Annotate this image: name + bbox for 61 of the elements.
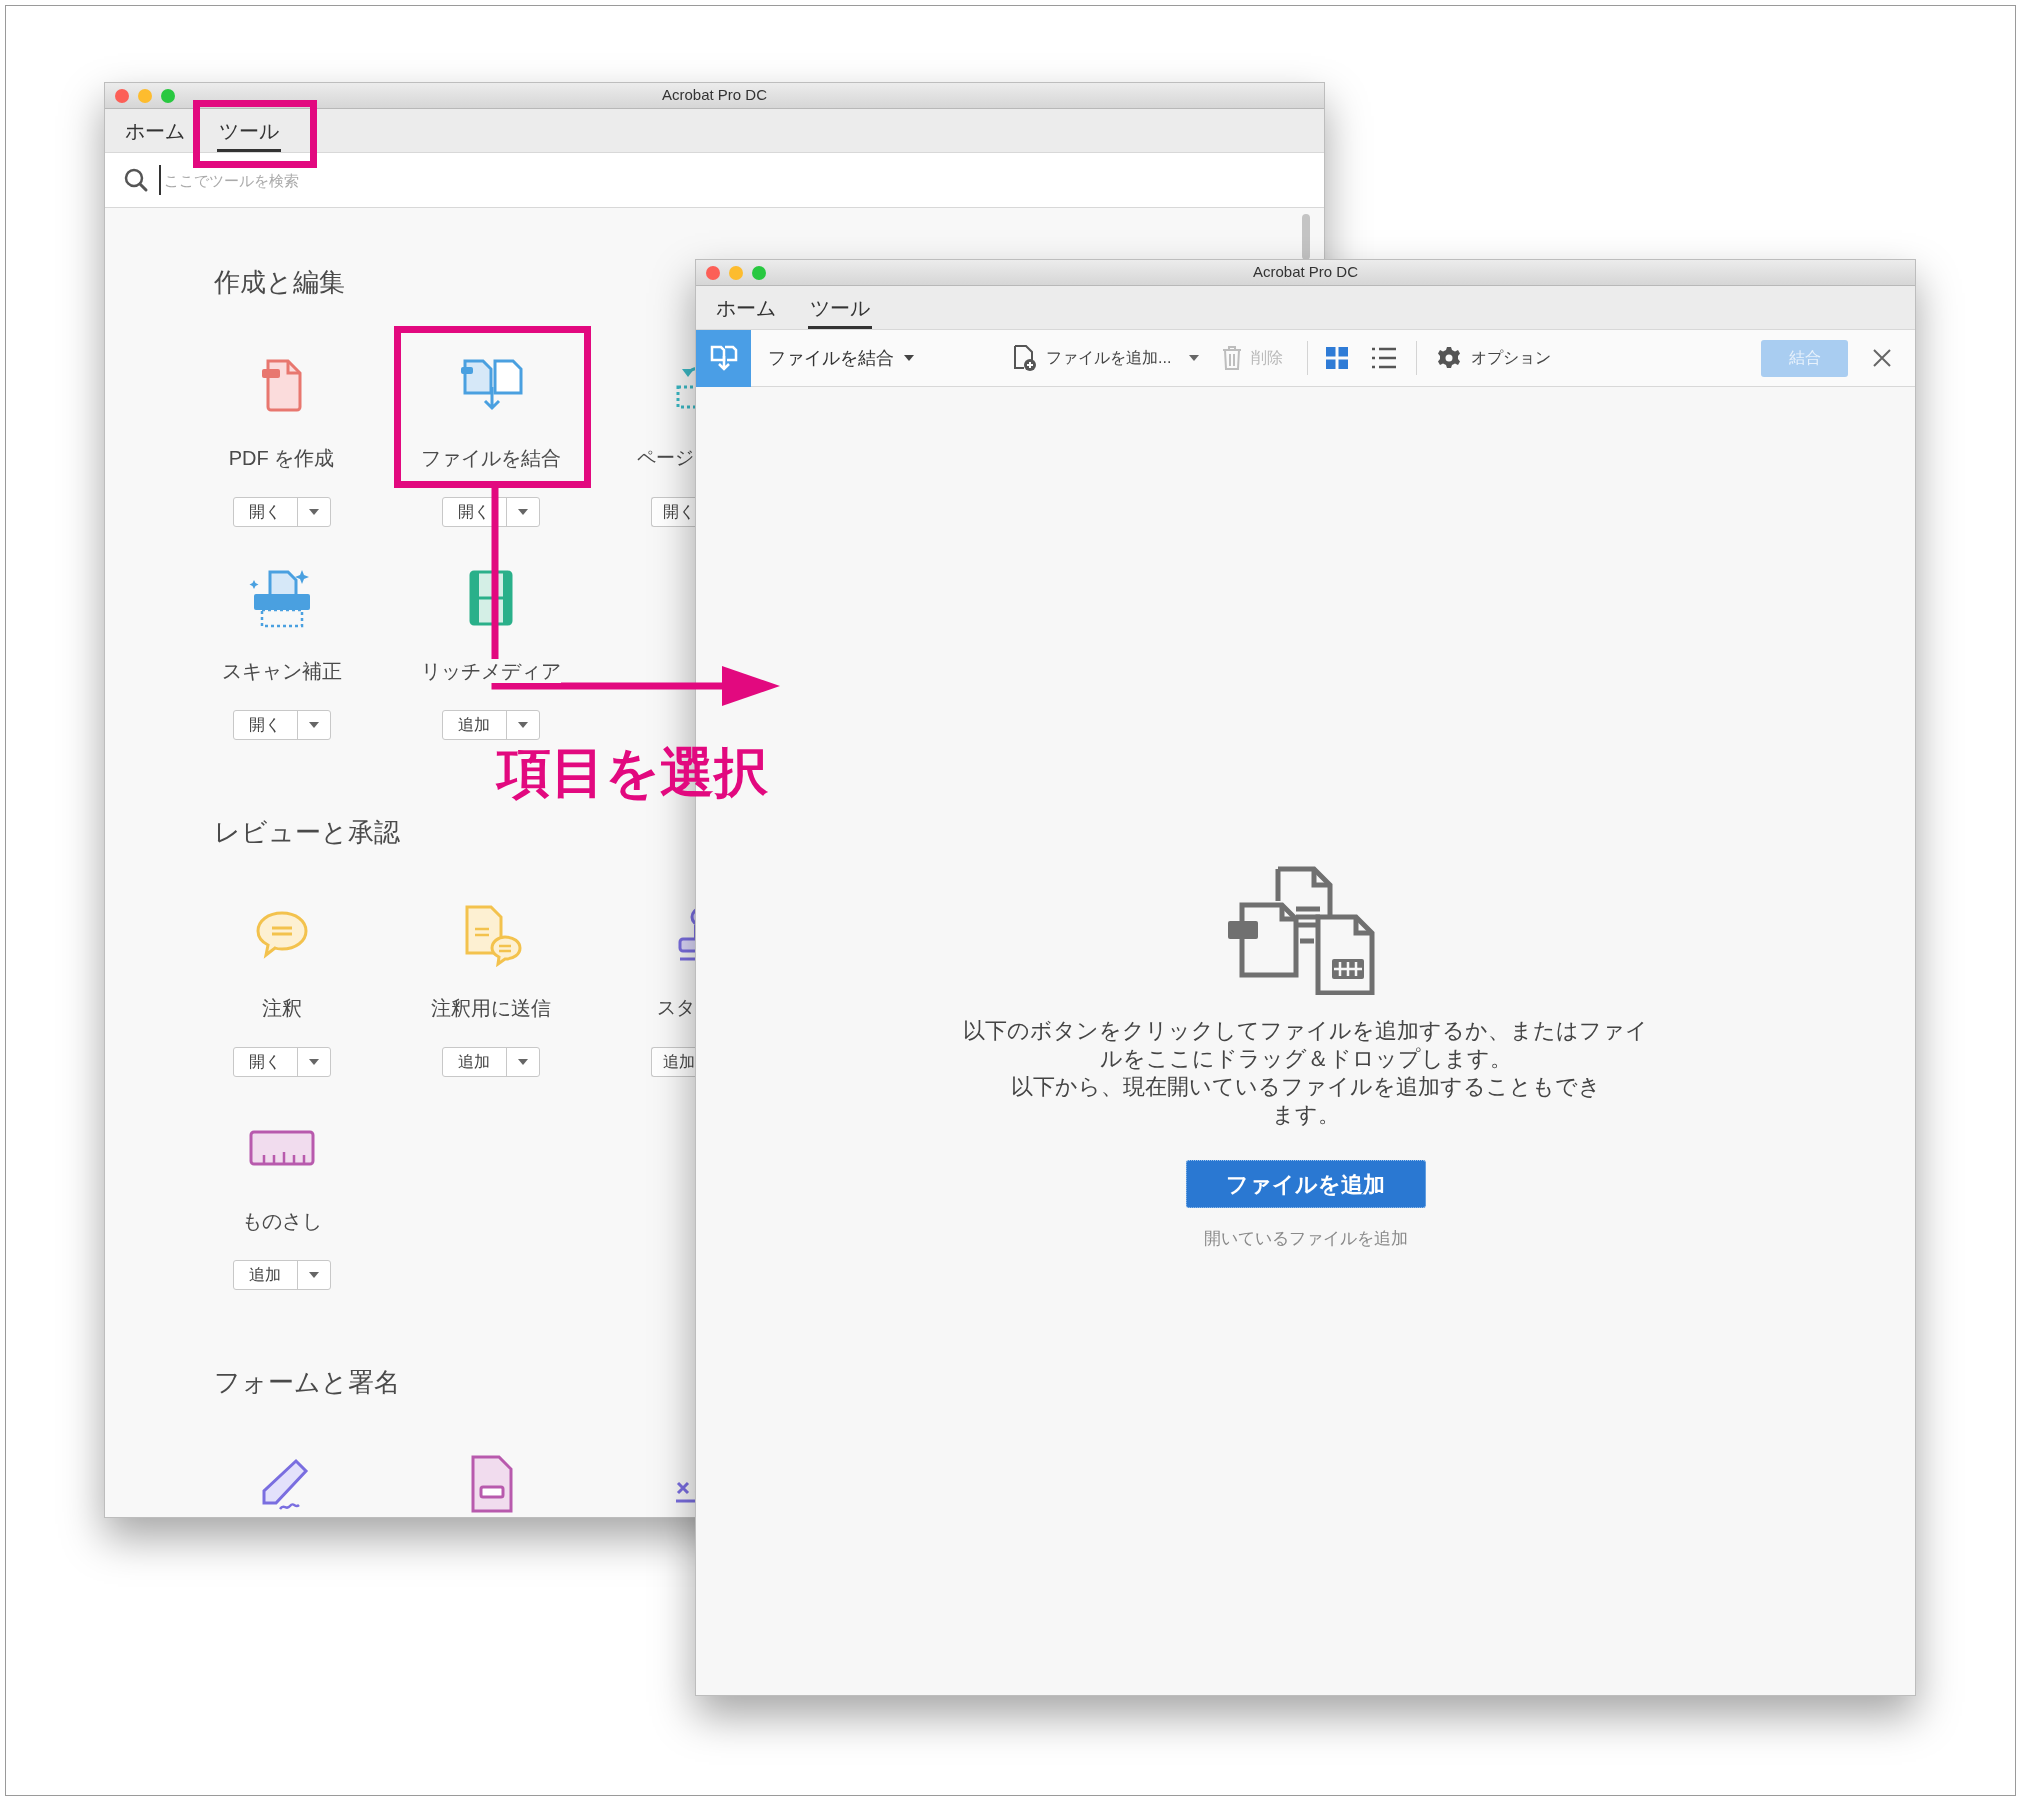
instruction-text: 以下のボタンをクリックしてファイルを追加するか、またはファイルをここにドラッグ＆ドロップします。 (962, 1017, 1649, 1073)
tool-label[interactable]: ファイルを結合 (420, 446, 561, 470)
button-label[interactable]: 開く (233, 498, 298, 526)
zoom-light[interactable] (161, 89, 175, 103)
button-label[interactable]: 開く (233, 711, 298, 739)
settings-icon (1437, 346, 1462, 370)
split-button[interactable]: 開く (232, 497, 331, 527)
tool-menu[interactable]: ファイルを結合 (768, 344, 914, 372)
tool-label[interactable]: スキャン補正 (221, 659, 342, 683)
zoom-light[interactable] (752, 266, 766, 280)
tool-label[interactable]: スタ (657, 996, 695, 1020)
section-heading: フォームと署名 (214, 1366, 400, 1398)
caret-icon (308, 1059, 319, 1065)
scrollbar-thumb[interactable] (1302, 214, 1310, 260)
add-files-button[interactable]: ファイルを追加 (1185, 1160, 1426, 1208)
split-button[interactable]: 追加 (651, 1047, 696, 1077)
split-button[interactable]: 追加 (441, 1047, 540, 1077)
button-label[interactable]: 開く (442, 498, 507, 526)
instruction-text: 以下から、現在開いているファイルを追加することもできます。 (1009, 1073, 1602, 1129)
window-title: Acrobat Pro DC (661, 85, 767, 106)
close-light[interactable] (706, 266, 720, 280)
button-label[interactable]: 追加 (233, 1261, 298, 1289)
add-files-button[interactable]: ファイルを追加... (1012, 344, 1172, 372)
caret-icon (904, 355, 914, 361)
tool-label[interactable]: PDF を作成 (228, 446, 335, 470)
search-field[interactable]: ここでツールを検索 (159, 165, 559, 195)
grid-view-icon[interactable] (1326, 347, 1349, 369)
caret-icon (308, 1272, 319, 1278)
caret-icon (517, 509, 528, 515)
annotation-label: 項目を選択 (497, 742, 768, 802)
section-heading: レビューと承認 (214, 816, 400, 848)
close-light[interactable] (115, 89, 129, 103)
button-label[interactable]: 開く (233, 1048, 298, 1076)
tool-label[interactable]: 注釈 (261, 996, 302, 1020)
merge-tool-icon[interactable] (696, 329, 751, 387)
list-view-icon[interactable] (1372, 347, 1397, 369)
caret-icon (517, 1059, 528, 1065)
caret-icon (308, 509, 319, 515)
search-icon (123, 167, 149, 193)
window-title: Acrobat Pro DC (1252, 262, 1358, 283)
options-button[interactable]: オプション (1437, 346, 1552, 370)
button-label[interactable]: 追加 (442, 1048, 507, 1076)
caret-icon (517, 722, 528, 728)
split-button[interactable]: 追加 (232, 1260, 331, 1290)
tool-label[interactable]: ページ (637, 446, 694, 470)
dropdown-button[interactable] (1189, 355, 1200, 361)
tab[interactable]: ホーム (123, 112, 187, 152)
split-button[interactable]: 開く (232, 710, 331, 740)
close-icon[interactable] (1872, 348, 1892, 368)
add-document-icon (1012, 344, 1038, 372)
caret-icon (1189, 355, 1200, 361)
tool-label[interactable]: 注釈用に送信 (430, 996, 551, 1020)
split-button[interactable]: 開く (651, 497, 696, 527)
caret-icon (308, 722, 319, 728)
split-button[interactable]: 開く (232, 1047, 331, 1077)
trash-icon (1221, 345, 1244, 371)
section-heading: 作成と編集 (214, 266, 345, 298)
tab[interactable]: ホーム (714, 289, 778, 329)
button-label[interactable]: 追加 (442, 711, 507, 739)
split-button[interactable]: 追加 (441, 710, 540, 740)
split-button[interactable]: 開く (441, 497, 540, 527)
